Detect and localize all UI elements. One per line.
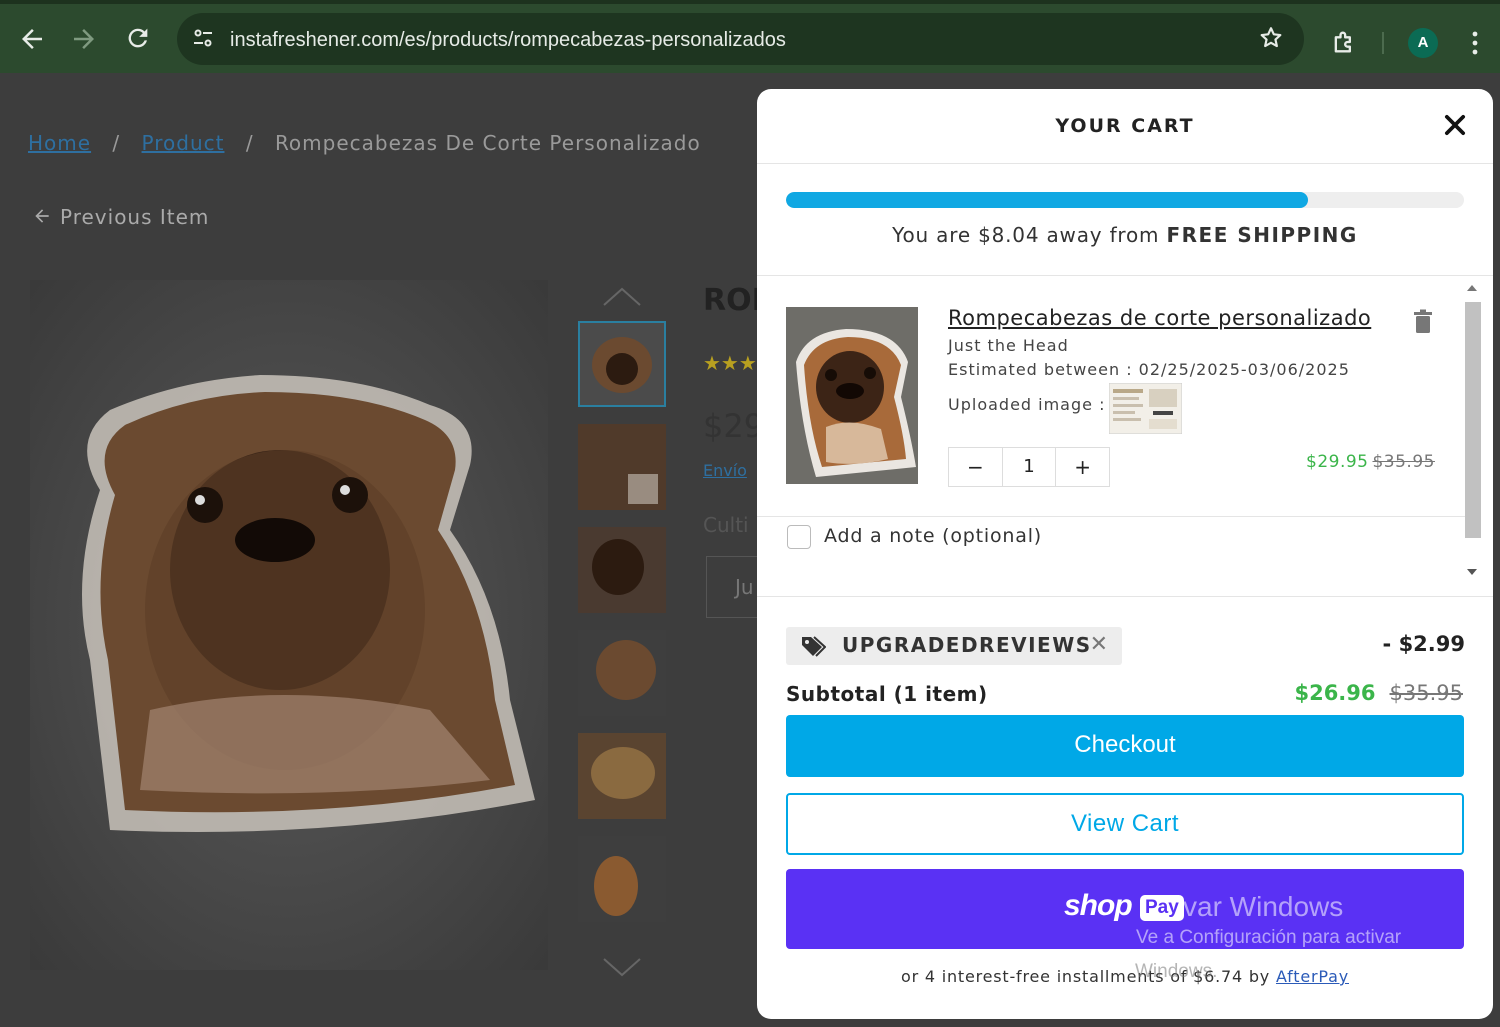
cart-drawer: YOUR CART You are $8.04 away from FREE S… — [757, 89, 1493, 1019]
url-text[interactable]: instafreshener.com/es/products/rompecabe… — [230, 29, 786, 52]
trash-icon[interactable] — [1412, 309, 1434, 335]
browser-toolbar: instafreshener.com/es/products/rompecabe… — [0, 0, 1500, 73]
product-title-fragment: ROI — [703, 283, 763, 318]
breadcrumb-separator: / — [112, 131, 121, 155]
os-activation-watermark-windows: Windows. — [1135, 961, 1218, 982]
breadcrumb-product[interactable]: Product — [142, 131, 225, 155]
thumbnail[interactable] — [578, 733, 666, 819]
os-activation-watermark-subtext: Ve a Configuración para activar — [1136, 927, 1402, 948]
thumbnail[interactable] — [578, 527, 666, 613]
thumbnail[interactable] — [578, 321, 666, 407]
thumbs-down-arrow-icon[interactable] — [600, 955, 644, 979]
thumbnail[interactable] — [578, 424, 666, 510]
discount-amount: - $2.99 — [1382, 632, 1465, 656]
add-note-checkbox[interactable] — [787, 525, 811, 549]
thumbnail-strip — [578, 321, 668, 939]
subtotal-compare-price: $35.95 — [1389, 681, 1463, 705]
back-icon[interactable] — [17, 24, 47, 54]
product-price-fragment: $29 — [703, 407, 765, 445]
cart-item-uploaded-label: Uploaded image : — [948, 395, 1106, 414]
afterpay-installments: or 4 interest-free installments of $6.74… — [900, 967, 1349, 986]
option-label-fragment: Culti — [703, 513, 749, 537]
order-note-row: Add a note (optional) — [757, 516, 1467, 576]
toolbar-divider — [1382, 32, 1384, 54]
previous-item-label: Previous Item — [60, 205, 210, 229]
quantity-input[interactable]: 1 — [1001, 448, 1057, 486]
uploaded-image-thumbnail[interactable] — [1109, 383, 1182, 434]
shipping-progress-bar — [786, 192, 1464, 208]
cart-item-image[interactable] — [786, 307, 918, 484]
view-cart-button[interactable]: View Cart — [786, 793, 1464, 855]
reload-icon[interactable] — [123, 24, 153, 54]
extensions-puzzle-icon[interactable] — [1330, 28, 1358, 56]
scroll-thumb[interactable] — [1465, 302, 1481, 538]
os-activation-watermark: var Windows — [1183, 891, 1344, 922]
thumbnail[interactable] — [578, 630, 666, 716]
arrow-left-icon — [35, 209, 49, 223]
cart-item-estimated-delivery: Estimated between : 02/25/2025-03/06/202… — [948, 360, 1350, 379]
previous-item-link[interactable]: Previous Item — [32, 205, 209, 229]
close-icon[interactable] — [1441, 111, 1469, 139]
breadcrumb: Home / Product / Rompecabezas De Corte P… — [28, 131, 701, 155]
shop-pay-logo-text: shop — [1064, 889, 1133, 922]
cart-item-compare-price: $35.95 — [1372, 452, 1435, 472]
checkout-button[interactable]: Checkout — [786, 715, 1464, 777]
scroll-down-arrow-icon[interactable] — [1467, 568, 1477, 576]
shipping-message: You are $8.04 away from FREE SHIPPING — [892, 223, 1358, 247]
thumbnail[interactable] — [578, 836, 666, 922]
discount-code: UPGRADEDREVIEWS — [842, 633, 1092, 657]
shop-pay-badge: Pay — [1140, 895, 1184, 921]
site-settings-icon[interactable] — [191, 26, 215, 50]
quantity-increase-button[interactable]: + — [1056, 448, 1109, 486]
forward-icon[interactable] — [69, 24, 99, 54]
subtotal-label: Subtotal (1 item) — [786, 682, 988, 706]
shipping-progress-fill — [786, 192, 1309, 208]
breadcrumb-home[interactable]: Home — [28, 131, 91, 155]
product-main-image[interactable] — [30, 280, 548, 970]
cart-item-name-link[interactable]: Rompecabezas de corte personalizado — [948, 306, 1371, 330]
quantity-stepper: − 1 + — [948, 447, 1110, 487]
subtotal-value: $26.96 $35.95 — [1294, 681, 1463, 705]
menu-kebab-icon[interactable] — [1462, 28, 1488, 58]
cart-item-sale-price: $29.95 — [1306, 452, 1369, 472]
profile-avatar[interactable]: A — [1408, 28, 1438, 58]
tag-icon — [802, 636, 826, 657]
scroll-up-arrow-icon[interactable] — [1467, 284, 1477, 292]
cart-items-list: Rompecabezas de corte personalizado Just… — [757, 276, 1493, 597]
quantity-decrease-button[interactable]: − — [949, 448, 1002, 486]
breadcrumb-separator: / — [245, 131, 254, 155]
remove-discount-button[interactable]: ✕ — [1090, 632, 1108, 657]
bookmark-star-icon[interactable] — [1258, 25, 1284, 51]
cart-item-variant: Just the Head — [948, 336, 1069, 355]
address-bar[interactable]: instafreshener.com/es/products/rompecabe… — [177, 13, 1304, 65]
shop-pay-button[interactable]: shop Pay var Windows Ve a Configuración … — [786, 869, 1464, 949]
cart-items-scrollbar[interactable] — [1461, 278, 1481, 588]
shipping-link-fragment[interactable]: Envío — [703, 461, 747, 480]
discount-code-tag: UPGRADEDREVIEWS ✕ — [786, 627, 1122, 665]
cart-item-price: $29.95 $35.95 — [1306, 452, 1435, 472]
thumbs-up-arrow-icon[interactable] — [600, 285, 644, 309]
free-shipping-banner: You are $8.04 away from FREE SHIPPING — [757, 164, 1493, 276]
subtotal-sale-price: $26.96 — [1294, 681, 1376, 705]
cart-header: YOUR CART — [757, 89, 1493, 164]
add-note-label[interactable]: Add a note (optional) — [824, 525, 1042, 547]
afterpay-link[interactable]: AfterPay — [1276, 967, 1349, 986]
breadcrumb-current: Rompecabezas De Corte Personalizado — [274, 131, 701, 155]
cart-title: YOUR CART — [1055, 115, 1195, 137]
rating-stars: ★★★ — [703, 351, 757, 375]
